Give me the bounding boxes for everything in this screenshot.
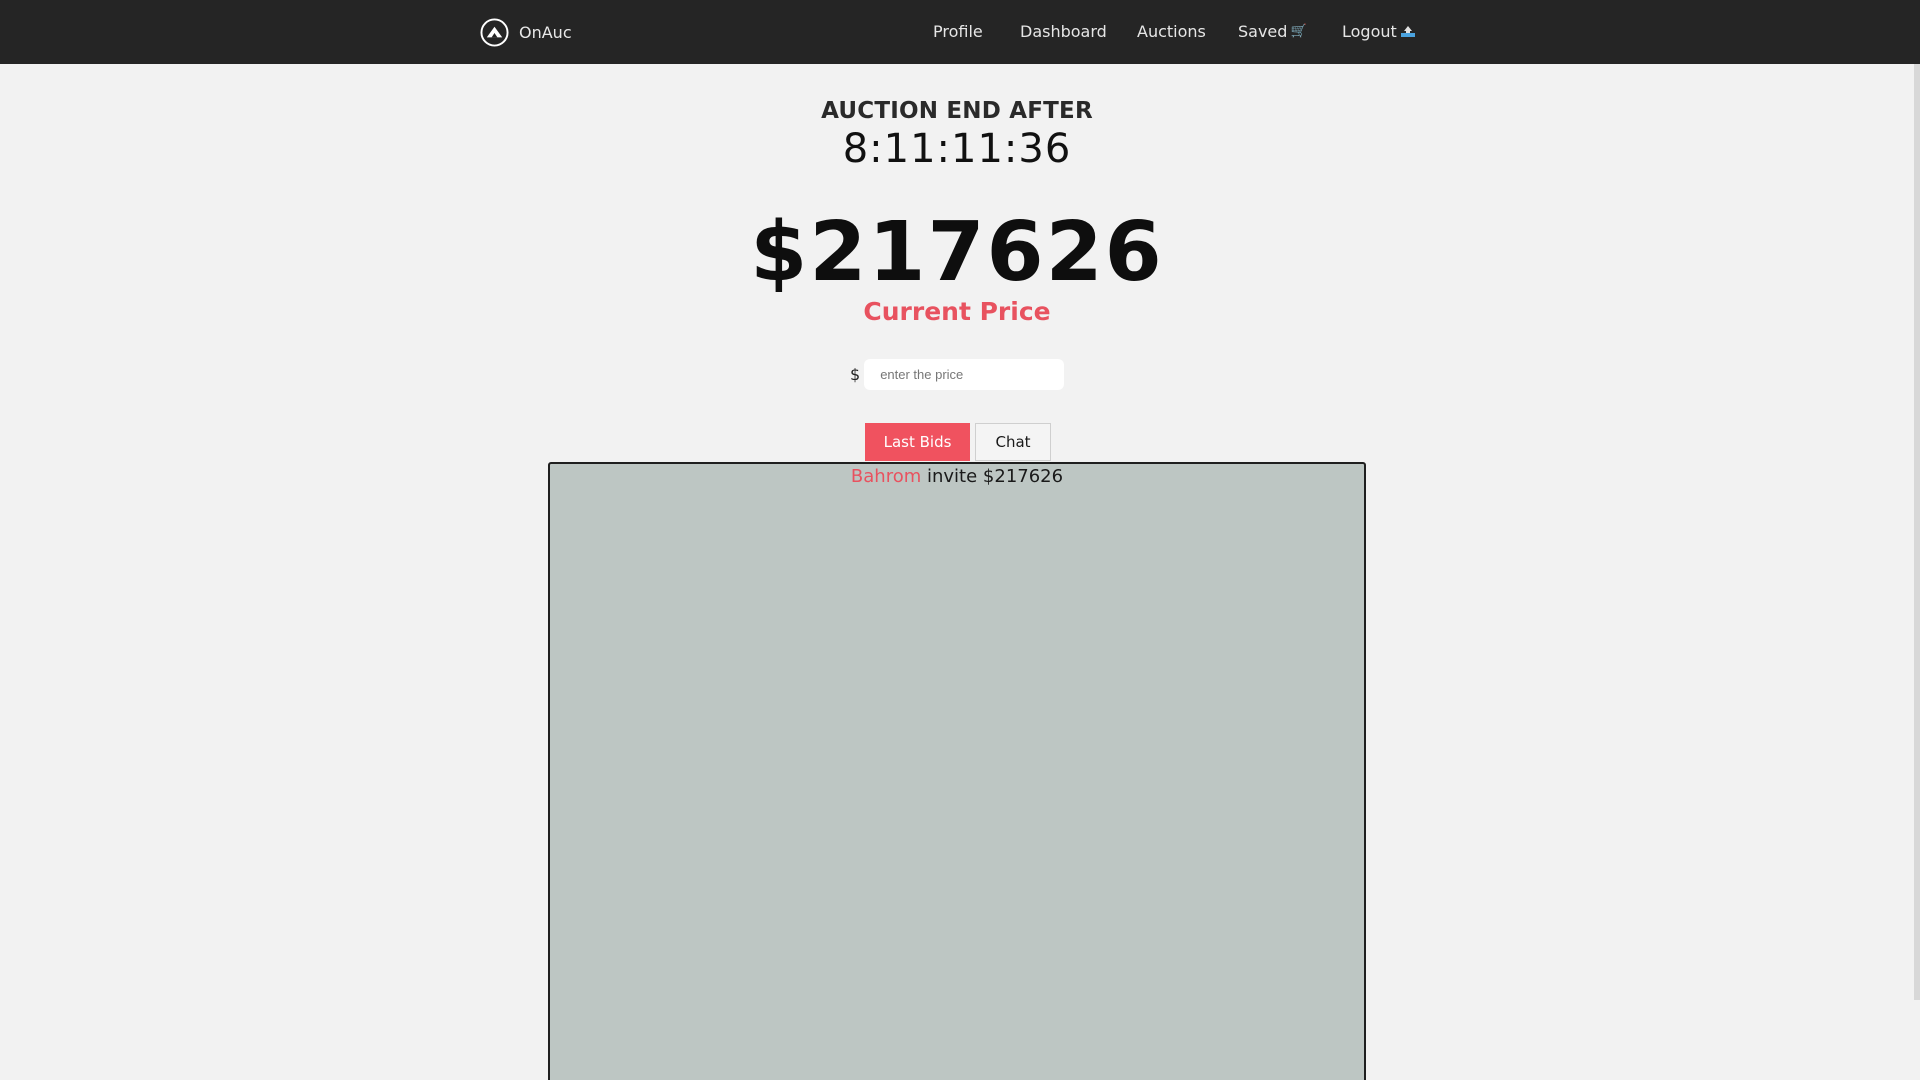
cart-icon: 🛒 — [1290, 24, 1307, 39]
nav-logout-label: Logout — [1342, 22, 1397, 41]
nav-profile-link[interactable]: Profile — [933, 20, 983, 44]
countdown-timer: 8:11:11:36 — [842, 126, 1072, 172]
nav-auctions-link[interactable]: Auctions — [1137, 20, 1206, 44]
bid-action: invite — [926, 466, 978, 487]
page-scrollbar[interactable] — [1914, 64, 1920, 1000]
bid-price-input[interactable] — [864, 359, 1065, 390]
last-bids-panel: Bahrom invite $217626 — [548, 462, 1366, 1080]
mountain-logo-icon — [480, 17, 509, 47]
current-price-value: $217626 — [750, 205, 1164, 300]
nav-dashboard-link[interactable]: Dashboard — [1020, 20, 1107, 44]
nav-saved-link[interactable]: Saved 🛒 — [1238, 20, 1307, 44]
auction-page: OnAuc Profile Dashboard Auctions Saved 🛒… — [0, 0, 1920, 1080]
logout-icon — [1400, 26, 1415, 37]
bid-list-item: Bahrom invite $217626 — [550, 466, 1364, 487]
brand-link[interactable]: OnAuc — [480, 17, 572, 47]
top-navbar: OnAuc Profile Dashboard Auctions Saved 🛒… — [0, 0, 1920, 64]
bid-form: $ — [850, 359, 1065, 390]
bidder-name: Bahrom — [850, 466, 922, 487]
auction-end-label: AUCTION END AFTER — [821, 98, 1093, 124]
tab-chat[interactable]: Chat — [975, 423, 1051, 461]
currency-symbol: $ — [850, 365, 861, 384]
bid-amount: $217626 — [982, 466, 1064, 487]
tab-last-bids[interactable]: Last Bids — [865, 423, 970, 461]
nav-logout-link[interactable]: Logout — [1342, 20, 1416, 44]
brand-name: OnAuc — [519, 22, 572, 42]
nav-saved-label: Saved — [1238, 22, 1288, 41]
current-price-label: Current Price — [863, 297, 1051, 326]
